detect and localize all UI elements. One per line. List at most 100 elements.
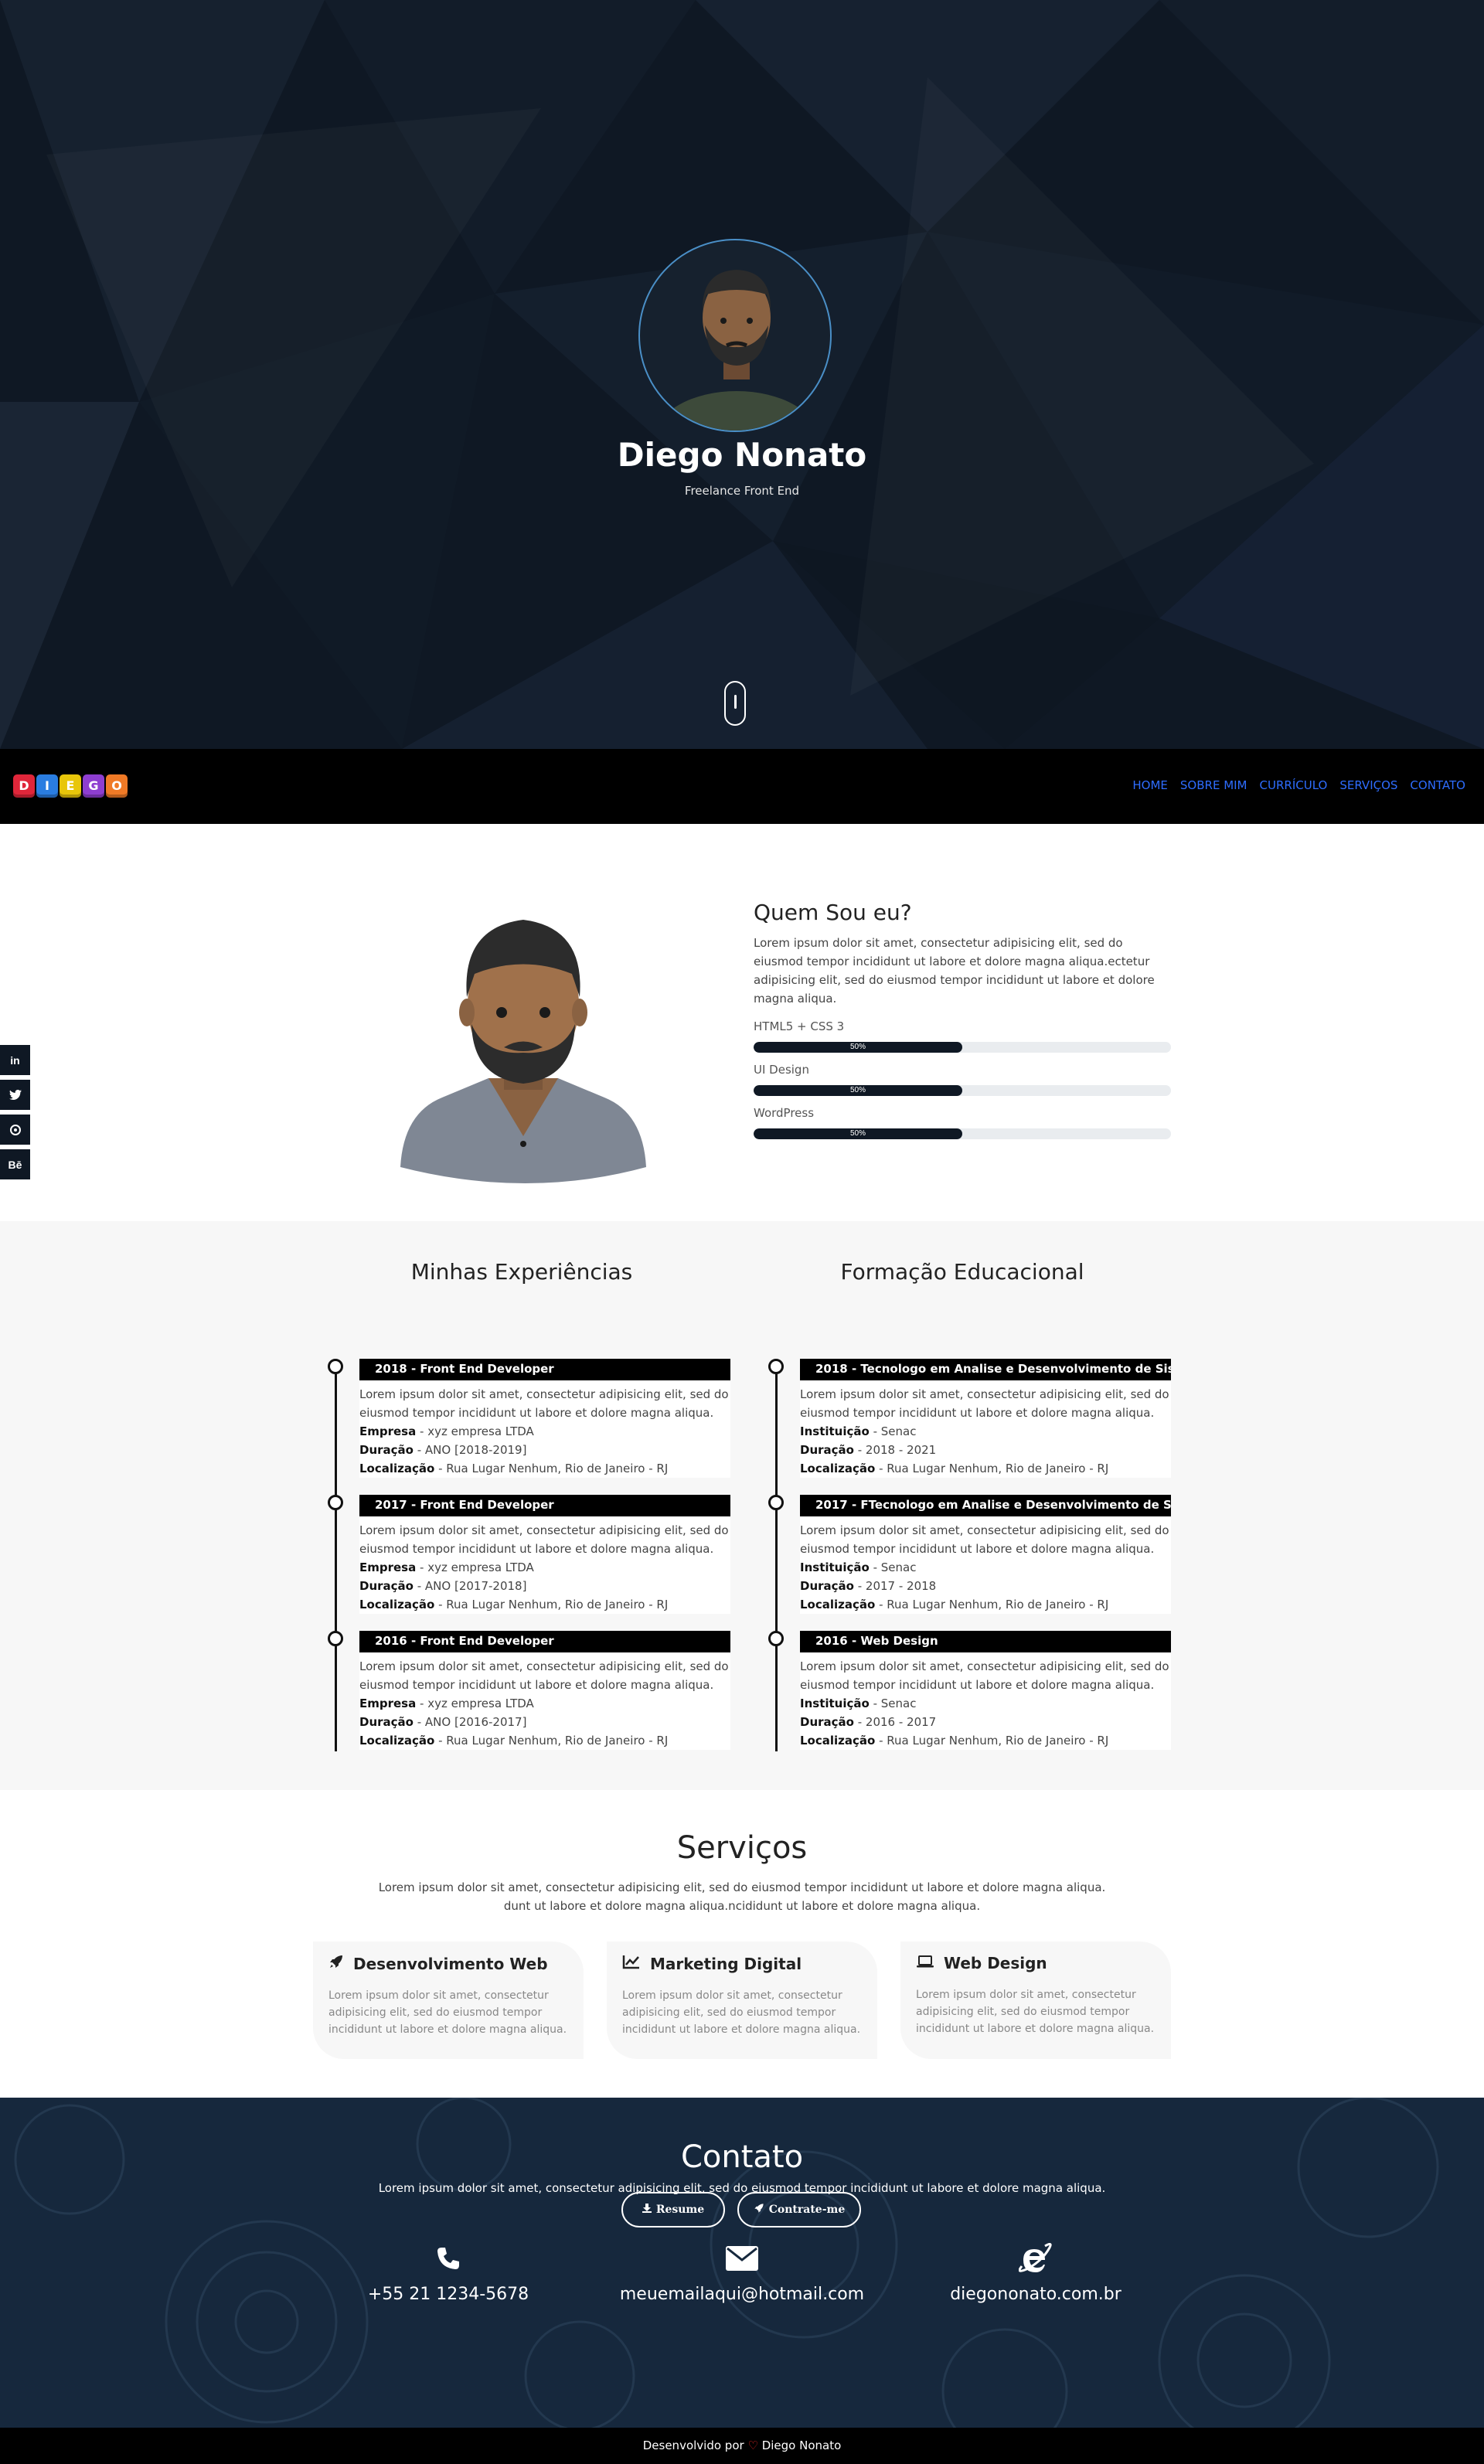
card-description: Lorem ipsum dolor sit amet, consectetur …: [359, 1387, 729, 1420]
contact-section: Contato Lorem ipsum dolor sit amet, cons…: [0, 2098, 1484, 2428]
rocket-icon: [754, 2203, 764, 2217]
chart-line-icon: [622, 1954, 641, 1973]
field-value: - xyz empresa LTDA: [416, 1560, 534, 1574]
field-label: Localização: [359, 1734, 435, 1748]
about-text: Lorem ipsum dolor sit amet, consectetur …: [754, 936, 1155, 1006]
skill-label: UI Design: [754, 1063, 809, 1077]
timeline-dot: [768, 1359, 784, 1374]
footer-author: Diego Nonato: [761, 2438, 842, 2452]
card-description: Lorem ipsum dolor sit amet, consectetur …: [359, 1523, 729, 1556]
field-value: - Rua Lugar Nenhum, Rio de Janeiro - RJ: [434, 1598, 669, 1611]
contact-phone[interactable]: +55 21 1234-5678: [294, 2241, 603, 2304]
social-sidebar: in Bē: [0, 1045, 30, 1184]
field-value: - xyz empresa LTDA: [416, 1424, 534, 1438]
skill-label: HTML5 + CSS 3: [754, 1019, 845, 1033]
card-description: Lorem ipsum dolor sit amet, consectetur …: [800, 1523, 1169, 1556]
footer: Desenvolvido por ♡ Diego Nonato: [0, 2428, 1484, 2464]
resume-button[interactable]: Resume: [621, 2192, 725, 2227]
card-heading: 2018 - Front End Developer: [359, 1359, 730, 1380]
education-card: 2018 - Tecnologo em Analise e Desenvolvi…: [800, 1359, 1171, 1478]
behance-icon[interactable]: Bē: [0, 1149, 30, 1179]
skill-label: WordPress: [754, 1106, 815, 1120]
skill-progress-fill: 50%: [754, 1085, 962, 1096]
field-value: - Senac: [869, 1424, 917, 1438]
service-text: Lorem ipsum dolor sit amet, consectetur …: [328, 1989, 567, 2036]
github-icon[interactable]: [0, 1115, 30, 1145]
hero-section: Diego Nonato Freelance Front End: [0, 0, 1484, 749]
laptop-icon: [916, 1954, 934, 1972]
skill-progress-bar: 50%: [754, 1042, 1171, 1053]
card-description: Lorem ipsum dolor sit amet, consectetur …: [800, 1659, 1169, 1692]
field-label: Instituição: [800, 1697, 870, 1710]
field-value: - 2016 - 2017: [853, 1715, 937, 1729]
phone-icon: [294, 2241, 603, 2275]
timeline-dot: [328, 1495, 343, 1510]
nav-item-services[interactable]: SERVIÇOS: [1339, 778, 1397, 792]
timeline-dot: [768, 1495, 784, 1510]
field-label: Localização: [800, 1734, 876, 1748]
field-value: - Rua Lugar Nenhum, Rio de Janeiro - RJ: [434, 1462, 669, 1475]
resume-section: [0, 1221, 1484, 1790]
education-timeline: [775, 1366, 778, 1751]
card-heading: 2018 - Tecnologo em Analise e Desenvolvi…: [800, 1359, 1171, 1380]
experience-timeline: [335, 1366, 337, 1751]
email-address: meuemailaqui@hotmail.com: [619, 2285, 865, 2304]
field-label: Empresa: [359, 1424, 417, 1438]
field-value: - 2017 - 2018: [853, 1579, 937, 1593]
nav-item-home[interactable]: HOME: [1132, 778, 1168, 792]
nav-item-contact[interactable]: CONTATO: [1410, 778, 1465, 792]
service-card: Desenvolvimento Web Lorem ipsum dolor si…: [313, 1942, 584, 2059]
field-label: Duração: [800, 1579, 854, 1593]
timeline-dot: [328, 1631, 343, 1646]
logo-letter: G: [83, 774, 104, 798]
timeline-dot: [768, 1631, 784, 1646]
field-value: - xyz empresa LTDA: [416, 1697, 534, 1710]
field-label: Localização: [800, 1598, 876, 1611]
field-value: - Rua Lugar Nenhum, Rio de Janeiro - RJ: [875, 1462, 1109, 1475]
card-description: Lorem ipsum dolor sit amet, consectetur …: [800, 1387, 1169, 1420]
field-value: - ANO [2017-2018]: [413, 1579, 527, 1593]
card-heading: 2017 - FTecnologo em Analise e Desenvolv…: [800, 1495, 1171, 1516]
service-title: Desenvolvimento Web: [353, 1954, 548, 1973]
scroll-down-icon[interactable]: [724, 681, 746, 726]
nav-item-resume[interactable]: CURRÍCULO: [1260, 778, 1328, 792]
experience-card: 2018 - Front End Developer Lorem ipsum d…: [359, 1359, 730, 1478]
website-url: diegononato.com.br: [950, 2285, 1122, 2304]
card-heading: 2016 - Web Design: [800, 1631, 1171, 1652]
download-icon: [642, 2204, 652, 2216]
internet-explorer-icon: [881, 2241, 1190, 2275]
field-label: Duração: [359, 1715, 414, 1729]
contact-email[interactable]: meuemailaqui@hotmail.com: [587, 2241, 897, 2304]
experience-card: 2017 - Front End Developer Lorem ipsum d…: [359, 1495, 730, 1614]
field-label: Duração: [800, 1443, 854, 1457]
nav-item-about[interactable]: SOBRE MIM: [1180, 778, 1247, 792]
logo-letter: E: [60, 774, 81, 798]
twitter-icon[interactable]: [0, 1080, 30, 1110]
hero-name: Diego Nonato: [617, 436, 867, 474]
hire-me-button[interactable]: Contrate-me: [737, 2192, 861, 2227]
nav-menu: HOME SOBRE MIM CURRÍCULO SERVIÇOS CONTAT…: [1132, 778, 1465, 792]
phone-number: +55 21 1234-5678: [367, 2285, 529, 2304]
service-card: Web Design Lorem ipsum dolor sit amet, c…: [900, 1942, 1171, 2059]
footer-prefix: Desenvolvido por: [642, 2438, 744, 2452]
card-description: Lorem ipsum dolor sit amet, consectetur …: [359, 1659, 729, 1692]
contact-website[interactable]: diegononato.com.br: [881, 2241, 1190, 2304]
heart-icon: ♡: [747, 2438, 758, 2452]
field-value: - Senac: [869, 1697, 917, 1710]
skill-progress-bar: 50%: [754, 1085, 1171, 1096]
field-label: Instituição: [800, 1560, 870, 1574]
logo-letter: D: [13, 774, 35, 798]
hero-subtitle: Freelance Front End: [684, 484, 800, 498]
services-text: Lorem ipsum dolor sit amet, consectetur …: [356, 1878, 1128, 1915]
service-text: Lorem ipsum dolor sit amet, consectetur …: [622, 1989, 861, 2036]
field-value: - Senac: [869, 1560, 917, 1574]
resume-button-label: Resume: [655, 2204, 705, 2216]
services-title: Serviços: [676, 1830, 808, 1866]
logo[interactable]: D I E G O: [13, 774, 128, 798]
field-label: Duração: [359, 1443, 414, 1457]
navbar: D I E G O HOME SOBRE MIM CURRÍCULO SERVI…: [0, 749, 1484, 824]
education-title: Formação Educacional: [840, 1259, 1084, 1285]
hero-avatar: [638, 239, 832, 432]
linkedin-icon[interactable]: in: [0, 1045, 30, 1075]
skill-progress-fill: 50%: [754, 1042, 962, 1053]
